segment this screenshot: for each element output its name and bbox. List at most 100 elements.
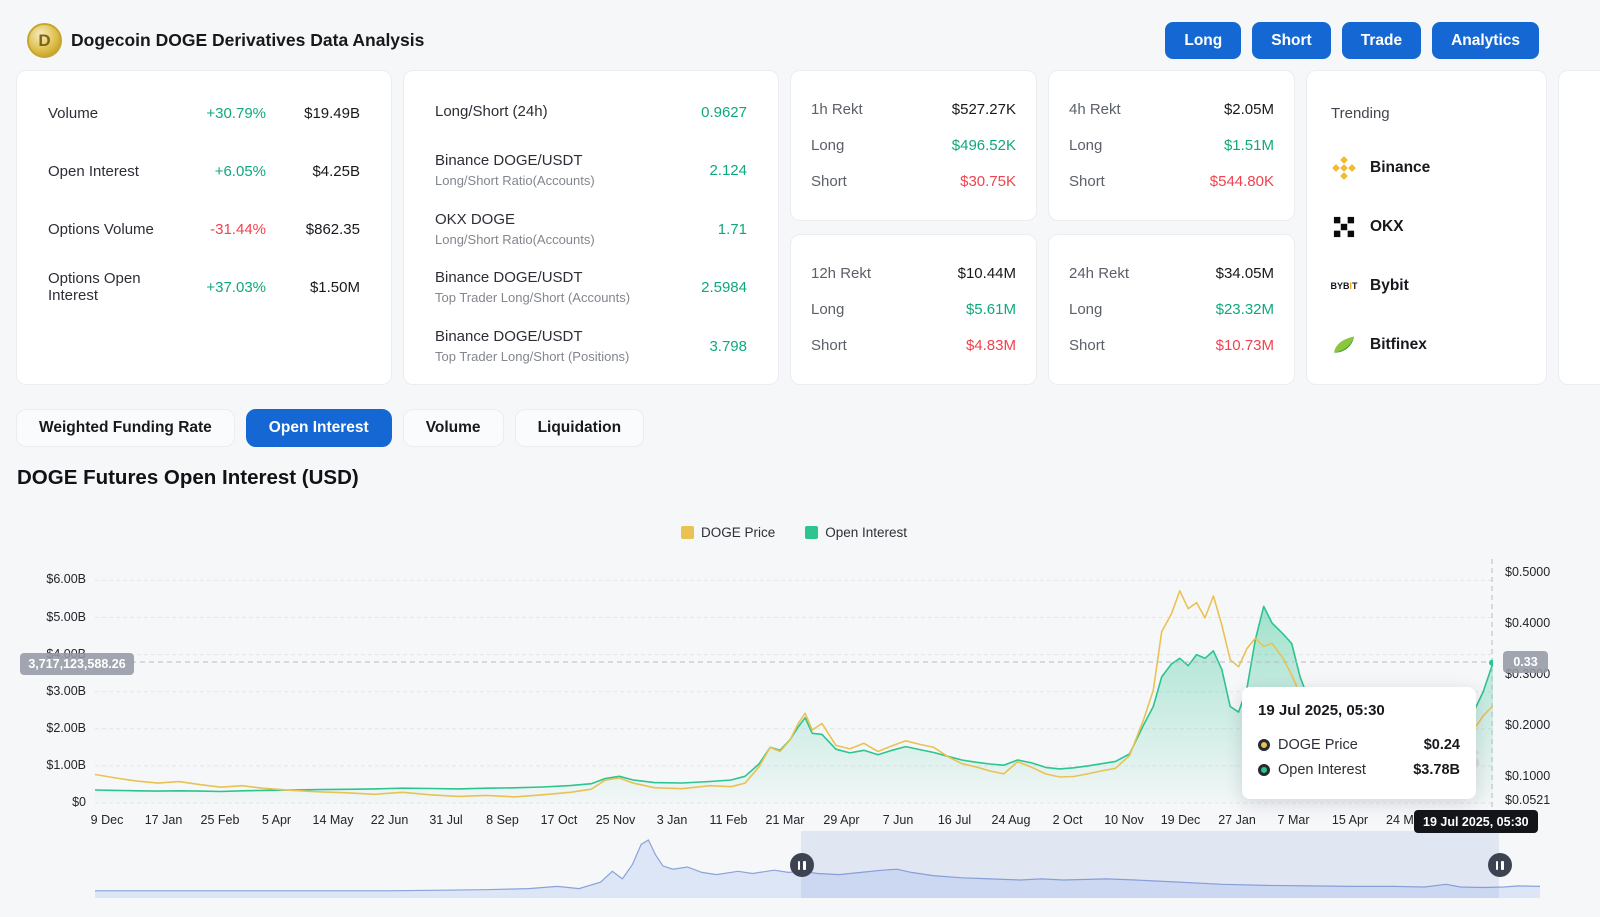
rekt-card: 12h Rekt$10.44MLong$5.61MShort$4.83M: [790, 234, 1037, 385]
ratio-value: 2.124: [709, 162, 747, 179]
x-axis-tick: 5 Apr: [262, 813, 291, 827]
left-axis-crosshair-badge: 3,717,123,588.26: [20, 653, 134, 675]
trending-item-okx[interactable]: OKX: [1331, 214, 1522, 240]
navigator-left-handle-pause-icon[interactable]: [790, 853, 814, 877]
ratio-label: Binance DOGE/USDT: [435, 152, 709, 171]
rekt-short-value: $10.73M: [1216, 337, 1274, 354]
tooltip-series-value: $3.78B: [1413, 762, 1460, 778]
ratio-value: 1.71: [718, 221, 747, 238]
rekt-long-value: $23.32M: [1216, 301, 1274, 318]
ratio-row: Binance DOGE/USDT Long/Short Ratio(Accoun…: [435, 142, 747, 201]
ratio-sublabel: Top Trader Long/Short (Positions): [435, 349, 709, 365]
x-axis-tick: 10 Nov: [1104, 813, 1144, 827]
rekt-short-value: $30.75K: [960, 173, 1016, 190]
rekt-total-value: $527.27K: [952, 101, 1016, 118]
rekt-long-value: $5.61M: [966, 301, 1016, 318]
ratio-row: OKX DOGELong/Short Ratio(Accounts)1.71: [435, 200, 747, 259]
x-axis-tick: 27 Jan: [1218, 813, 1256, 827]
stats-change: +30.79%: [180, 105, 266, 122]
open-interest-line: [95, 606, 1493, 791]
rekt-title: 1h Rekt: [811, 101, 863, 118]
rekt-short-label: Short: [1069, 337, 1105, 354]
left-axis-tick: $6.00B: [0, 572, 86, 586]
stats-label: Options Volume: [48, 221, 180, 238]
tab-volume[interactable]: Volume: [403, 409, 504, 447]
legend-item-doge-price[interactable]: DOGE Price: [681, 525, 775, 540]
ratio-row: Binance DOGE/USDT Top Trader Long/Short (…: [435, 317, 747, 376]
tooltip-series-value: $0.24: [1424, 737, 1460, 753]
chart-tooltip: 19 Jul 2025, 05:30 DOGE Price$0.24Open I…: [1242, 687, 1476, 799]
x-axis-tick: 19 Dec: [1161, 813, 1201, 827]
okx-icon: [1331, 214, 1357, 240]
header-buttons: Long Short Trade Analytics: [1165, 22, 1539, 59]
x-axis-tick: 8 Sep: [486, 813, 519, 827]
x-axis-tick: 9 Dec: [91, 813, 124, 827]
stats-change: +6.05%: [180, 163, 266, 180]
stats-label: Volume: [48, 105, 180, 122]
ratio-value: 0.9627: [701, 104, 747, 121]
coinglass-watermark: COINGLASS: [1316, 744, 1481, 775]
last-point-dot: [1489, 660, 1493, 666]
x-axis-tick: 24 May: [1386, 813, 1427, 827]
partial-card-edge: [1558, 70, 1600, 385]
right-axis-tick: $0.5000: [1505, 565, 1550, 579]
stats-row: Options Open Interest+37.03%$1.50M: [48, 258, 360, 316]
x-axis-tick: 3 Jan: [657, 813, 688, 827]
x-axis-tick: 7 Jun: [883, 813, 914, 827]
trending-item-bybit[interactable]: BYBITBybit: [1331, 273, 1522, 299]
open-interest-chart[interactable]: [95, 559, 1493, 811]
rekt-title: 12h Rekt: [811, 265, 871, 282]
rekt-long-label: Long: [1069, 301, 1102, 318]
right-axis-crosshair-badge: 0.33: [1503, 651, 1548, 673]
stats-value: $4.25B: [266, 163, 360, 180]
ratio-label: Binance DOGE/USDT: [435, 269, 701, 288]
legend-label: Open Interest: [825, 525, 907, 540]
navigator-right-handle-pause-icon[interactable]: [1488, 853, 1512, 877]
tab-liquidation[interactable]: Liquidation: [515, 409, 645, 447]
x-axis-tick: 14 May: [313, 813, 354, 827]
right-axis-tick: $0.3000: [1505, 667, 1550, 681]
stats-change: -31.44%: [180, 221, 266, 238]
tab-weighted-funding-rate[interactable]: Weighted Funding Rate: [16, 409, 235, 447]
tooltip-series-label: Open Interest: [1278, 762, 1413, 778]
trending-item-label: Bitfinex: [1370, 336, 1427, 354]
legend-swatch: [681, 526, 694, 539]
header-button-trade[interactable]: Trade: [1342, 22, 1421, 59]
trending-item-bitfinex[interactable]: Bitfinex: [1331, 332, 1522, 358]
navigator-selected-range[interactable]: [801, 831, 1499, 898]
header-button-long[interactable]: Long: [1165, 22, 1241, 59]
open-interest-area: [95, 606, 1493, 803]
x-axis-tick: 7 Mar: [1278, 813, 1310, 827]
trending-item-binance[interactable]: Binance: [1331, 155, 1522, 181]
legend-item-open-interest[interactable]: Open Interest: [805, 525, 907, 540]
tooltip-series-dot: [1258, 764, 1270, 776]
ratio-value: 3.798: [709, 338, 747, 355]
x-axis-tick: 17 Oct: [541, 813, 578, 827]
header-button-analytics[interactable]: Analytics: [1432, 22, 1539, 59]
bybit-icon: BYBIT: [1331, 273, 1357, 299]
tooltip-row: DOGE Price$0.24: [1258, 732, 1460, 757]
bitfinex-icon: [1331, 332, 1357, 358]
ratio-sublabel: Long/Short Ratio(Accounts): [435, 173, 709, 189]
rekt-card: 1h Rekt$527.27KLong$496.52KShort$30.75K: [790, 70, 1037, 221]
volume-stats-card: Volume+30.79%$19.49BOpen Interest+6.05%$…: [16, 70, 392, 385]
x-axis-tick: 15 Apr: [1332, 813, 1368, 827]
doge-price-line: [95, 591, 1493, 797]
page: { "header": { "title": "Dogecoin DOGE De…: [0, 0, 1600, 917]
header-button-short[interactable]: Short: [1252, 22, 1330, 59]
rekt-title: 24h Rekt: [1069, 265, 1129, 282]
rekt-long-label: Long: [811, 301, 844, 318]
right-axis-tick: $0.4000: [1505, 616, 1550, 630]
trending-item-label: Binance: [1370, 159, 1430, 177]
x-axis-tick: 29 Apr: [823, 813, 859, 827]
rekt-short-label: Short: [1069, 173, 1105, 190]
ratio-label: Binance DOGE/USDT: [435, 328, 709, 347]
tab-open-interest[interactable]: Open Interest: [246, 409, 392, 447]
stats-label: Options Open Interest: [48, 270, 180, 304]
chart-tabs: Weighted Funding Rate Open Interest Volume…: [16, 409, 644, 447]
rekt-short-value: $4.83M: [966, 337, 1016, 354]
legend-swatch: [805, 526, 818, 539]
x-axis-tick: 21 Mar: [766, 813, 805, 827]
left-axis-tick: $4.00B: [0, 647, 86, 661]
ratio-value: 2.5984: [701, 279, 747, 296]
